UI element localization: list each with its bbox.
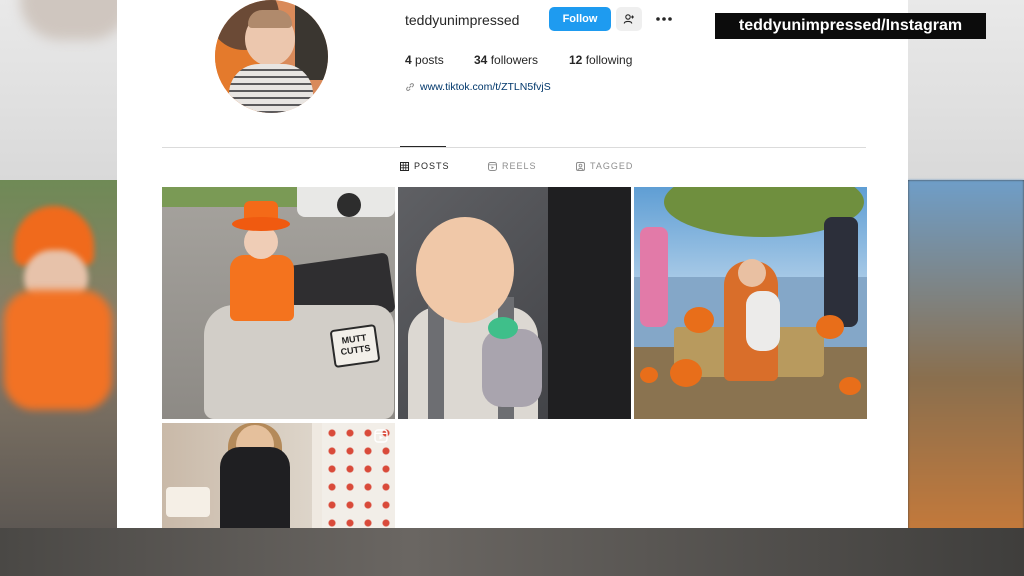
tab-tagged[interactable]: TAGGED xyxy=(576,161,633,171)
profile-username: teddyunimpressed xyxy=(405,12,520,28)
tab-reels[interactable]: REELS xyxy=(488,161,537,171)
link-icon xyxy=(406,83,414,91)
more-options-button[interactable] xyxy=(653,9,675,29)
reel-icon xyxy=(374,429,388,443)
active-tab-indicator xyxy=(400,146,446,147)
source-watermark: teddyunimpressed/Instagram xyxy=(715,13,986,39)
instagram-profile-panel: teddyunimpressed Follow 4 posts 34 follo… xyxy=(117,0,908,528)
post-thumbnail-1[interactable]: MUTT CUTTS xyxy=(162,187,395,419)
post-thumbnail-4[interactable] xyxy=(162,423,395,528)
background-right-blur xyxy=(908,180,1024,540)
more-horizontal-icon xyxy=(656,17,672,21)
posts-count: 4 posts xyxy=(405,53,444,67)
background-bottom-blur xyxy=(0,528,1024,576)
suggested-users-button[interactable] xyxy=(616,7,642,31)
followers-link[interactable]: 34 followers xyxy=(474,53,538,67)
tab-posts[interactable]: POSTS xyxy=(400,161,450,171)
wagon-sign: MUTT CUTTS xyxy=(329,323,381,369)
background-left-blur xyxy=(0,180,118,540)
profile-avatar[interactable] xyxy=(215,0,328,113)
post-thumbnail-3[interactable] xyxy=(634,187,867,419)
profile-bio-link[interactable]: www.tiktok.com/t/ZTLN5fvjS xyxy=(405,81,551,93)
post-thumbnail-2[interactable] xyxy=(398,187,631,419)
reels-icon xyxy=(488,161,497,171)
tagged-icon xyxy=(576,161,585,171)
grid-icon xyxy=(400,161,409,171)
person-add-icon xyxy=(623,14,634,24)
follow-button[interactable]: Follow xyxy=(549,7,611,31)
tabs-divider xyxy=(162,147,866,148)
following-link[interactable]: 12 following xyxy=(569,53,632,67)
